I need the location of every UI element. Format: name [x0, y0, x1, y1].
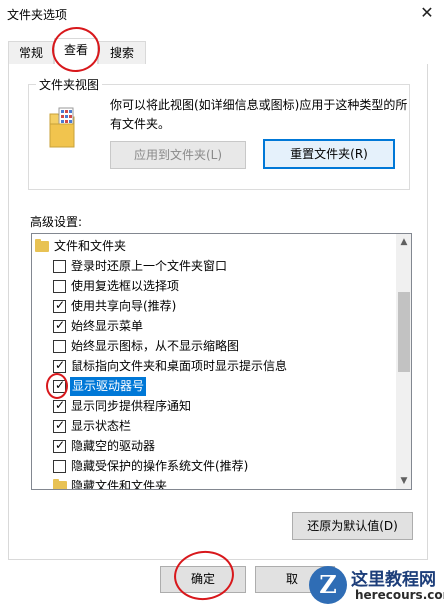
checkbox[interactable]: ✓	[53, 418, 66, 433]
folder-views-description: 你可以将此视图(如详细信息或图标)应用于这种类型的所 有文件夹。	[110, 96, 410, 134]
watermark-site-name: 这里教程网	[351, 570, 436, 590]
checkbox[interactable]	[53, 280, 66, 293]
tree-item-label: 文件和文件夹	[54, 239, 127, 253]
setting-label: 隐藏空的驱动器	[71, 439, 156, 453]
scroll-down-icon[interactable]: ▼	[396, 473, 411, 489]
folder-icon	[35, 239, 49, 252]
setting-show-pop-up-description[interactable]: ✓ 鼠标指向文件夹和桌面项时显示提示信息	[32, 357, 396, 376]
description-line-1: 你可以将此视图(如详细信息或图标)应用于这种类型的所	[110, 98, 408, 112]
setting-always-show-menus[interactable]: ✓ 始终显示菜单	[32, 317, 396, 336]
advanced-settings-tree[interactable]: 文件和文件夹 登录时还原上一个文件夹窗口 使用复选框以选择项 ✓ 使用共享向导(…	[31, 233, 412, 490]
setting-label: 显示同步提供程序通知	[71, 399, 192, 413]
setting-sync-provider-notifications[interactable]: ✓ 显示同步提供程序通知	[32, 397, 396, 416]
checkbox[interactable]: ✓	[53, 298, 66, 313]
restore-defaults-button[interactable]: 还原为默认值(D)	[292, 512, 413, 540]
check-icon: ✓	[55, 398, 66, 412]
setting-always-show-icons[interactable]: 始终显示图标，从不显示缩略图	[32, 337, 396, 356]
description-line-2: 有文件夹。	[110, 117, 171, 131]
tab-view[interactable]: 查看	[54, 38, 98, 66]
check-icon: ✓	[55, 378, 66, 392]
checkbox[interactable]	[53, 340, 66, 353]
apply-to-folders-button[interactable]: 应用到文件夹(L)	[110, 141, 246, 169]
folder-icon	[53, 479, 67, 489]
setting-restore-windows[interactable]: 登录时还原上一个文件夹窗口	[32, 257, 396, 276]
setting-label: 隐藏受保护的操作系统文件(推荐)	[71, 459, 249, 473]
setting-show-status-bar[interactable]: ✓ 显示状态栏	[32, 417, 396, 436]
watermark-logo: Z	[309, 566, 347, 604]
scroll-thumb[interactable]	[398, 292, 410, 372]
check-icon: ✓	[55, 438, 66, 452]
setting-label: 始终显示图标，从不显示缩略图	[71, 339, 240, 353]
checkbox[interactable]: ✓	[53, 358, 66, 373]
check-icon: ✓	[55, 418, 66, 432]
check-icon: ✓	[55, 318, 66, 332]
setting-label: 使用共享向导(推荐)	[71, 299, 177, 313]
reset-folders-button[interactable]: 重置文件夹(R)	[263, 139, 395, 169]
advanced-settings-label: 高级设置:	[30, 215, 83, 229]
checkbox[interactable]: ✓	[53, 318, 66, 333]
check-icon: ✓	[55, 298, 66, 312]
ok-button[interactable]: 确定	[160, 566, 246, 593]
tab-search[interactable]: 搜索	[98, 41, 146, 65]
scroll-up-icon[interactable]: ▲	[396, 234, 411, 250]
setting-use-checkboxes[interactable]: 使用复选框以选择项	[32, 277, 396, 296]
checkbox[interactable]: ✓	[53, 398, 66, 413]
tab-general[interactable]: 常规	[8, 41, 54, 65]
window-title: 文件夹选项	[7, 8, 68, 22]
setting-label: 显示驱动器号	[70, 377, 147, 396]
folder-views-label: 文件夹视图	[36, 76, 103, 93]
checkbox[interactable]	[53, 260, 66, 273]
close-icon[interactable]: ✕	[414, 2, 440, 24]
setting-sharing-wizard[interactable]: ✓ 使用共享向导(推荐)	[32, 297, 396, 316]
folder-grid-icon	[49, 106, 75, 148]
watermark-site-url: herecours.com	[355, 588, 444, 602]
tree-folder-files-and-folders[interactable]: 文件和文件夹	[32, 237, 396, 256]
setting-label: 显示状态栏	[71, 419, 132, 433]
checkbox[interactable]	[53, 460, 66, 473]
setting-label: 始终显示菜单	[71, 319, 144, 333]
setting-hide-empty-drives[interactable]: ✓ 隐藏空的驱动器	[32, 437, 396, 456]
tree-scrollbar[interactable]: ▲ ▼	[396, 234, 411, 489]
setting-label: 使用复选框以选择项	[71, 279, 180, 293]
tree-item-label: 隐藏文件和文件夹	[71, 479, 168, 490]
setting-label: 鼠标指向文件夹和桌面项时显示提示信息	[71, 359, 288, 373]
setting-label: 登录时还原上一个文件夹窗口	[71, 259, 228, 273]
setting-hide-protected-os-files[interactable]: 隐藏受保护的操作系统文件(推荐)	[32, 457, 396, 476]
checkbox[interactable]: ✓	[53, 438, 66, 453]
setting-show-drive-letters[interactable]: ✓ 显示驱动器号	[32, 377, 396, 396]
checkbox[interactable]: ✓	[53, 378, 66, 393]
check-icon: ✓	[55, 358, 66, 372]
tree-folder-hidden-files[interactable]: 隐藏文件和文件夹	[32, 477, 396, 490]
